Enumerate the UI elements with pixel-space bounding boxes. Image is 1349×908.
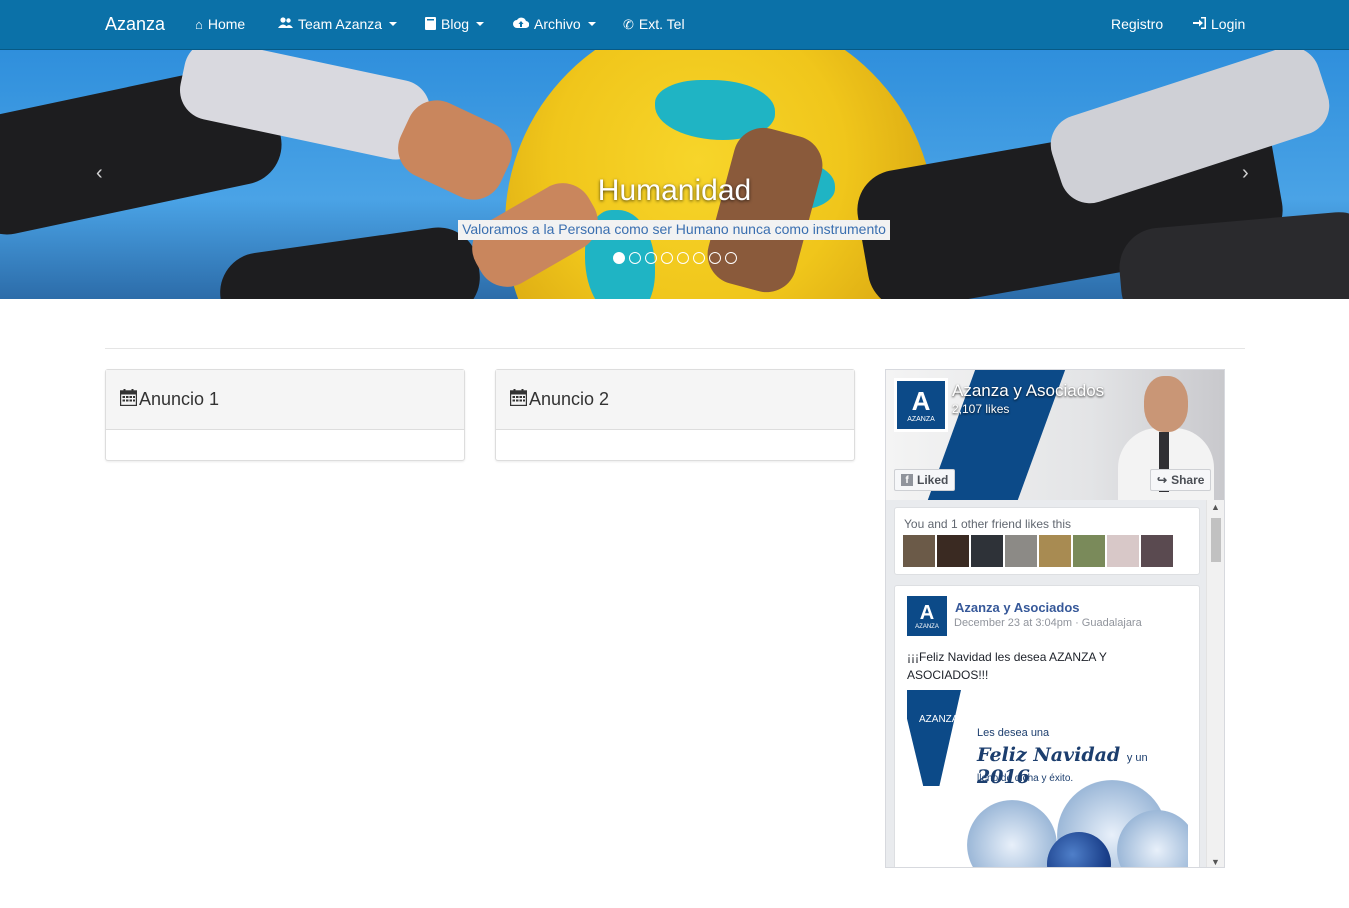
carousel-indicator-5[interactable]: [677, 252, 689, 264]
carousel-title: Humanidad: [597, 174, 752, 207]
carousel-indicator-6[interactable]: [693, 252, 705, 264]
facebook-cover: A AZANZA Azanza y Asociados 2,107 likes f…: [886, 370, 1224, 500]
announcement-panel-1: Anuncio 1: [105, 369, 465, 461]
carousel-subtitle: Valoramos a la Persona como ser Humano n…: [458, 220, 890, 240]
avatar[interactable]: [1005, 535, 1037, 567]
avatar[interactable]: [1141, 535, 1173, 567]
chevron-down-icon: [389, 22, 398, 26]
nav-blog[interactable]: Blog: [425, 16, 485, 32]
avatar[interactable]: [1073, 535, 1105, 567]
post-image[interactable]: AZANZA Les desea una Feliz Navidad y un …: [907, 690, 1188, 867]
share-icon: ↪: [1157, 473, 1168, 487]
home-icon: ⌂: [195, 16, 203, 32]
nav-archivo[interactable]: Archivo: [513, 16, 596, 32]
scrollbar-thumb[interactable]: [1211, 518, 1221, 562]
facebook-feed[interactable]: You and 1 other friend likes this A AZANZ…: [886, 500, 1208, 867]
divider: [105, 348, 1245, 349]
chevron-down-icon: [587, 22, 596, 26]
brand-link[interactable]: Azanza: [105, 14, 165, 35]
post-author-avatar[interactable]: A AZANZA: [907, 596, 947, 636]
chevron-down-icon: [476, 22, 485, 26]
cloud-upload-icon: [513, 17, 530, 31]
scroll-down-icon[interactable]: ▼: [1211, 857, 1220, 867]
announcement-panel-2: Anuncio 2: [495, 369, 855, 461]
post-text: ¡¡¡Feliz Navidad les desea AZANZA Y ASOC…: [907, 650, 1107, 682]
book-icon: [425, 16, 436, 32]
nav-registro[interactable]: Registro: [1111, 16, 1163, 32]
navbar: Azanza ⌂ Home Team Azanza Blog Archivo ✆…: [0, 0, 1349, 50]
post-image-line3: lleno de dicha y éxito.: [977, 773, 1074, 784]
nav-login[interactable]: Login: [1193, 16, 1245, 32]
friend-avatars: [903, 535, 1173, 567]
nav-team-azanza[interactable]: Team Azanza: [278, 16, 398, 32]
nav-archivo-label: Archivo: [534, 16, 581, 32]
friends-card: You and 1 other friend likes this: [894, 507, 1200, 575]
nav-home-label: Home: [207, 16, 246, 32]
facebook-page-widget: A AZANZA Azanza y Asociados 2,107 likes f…: [885, 369, 1225, 868]
share-label: Share: [1171, 473, 1205, 487]
carousel-indicator-4[interactable]: [661, 252, 673, 264]
page-logo[interactable]: A AZANZA: [894, 378, 948, 432]
nav-ext-tel-label: Ext. Tel: [638, 16, 685, 32]
post-card: A AZANZA Azanza y Asociados December 23 a…: [894, 585, 1200, 867]
avatar[interactable]: [903, 535, 935, 567]
carousel-indicator-3[interactable]: [645, 252, 657, 264]
panel-title: Anuncio 2: [529, 389, 610, 409]
panel-heading: Anuncio 2: [496, 370, 854, 430]
page-likes: 2,107 likes: [952, 402, 1010, 416]
post-date[interactable]: December 23 at 3:04pm · Guadalajara: [954, 617, 1142, 629]
carousel-indicator-8[interactable]: [725, 252, 737, 264]
scroll-up-icon[interactable]: ▲: [1211, 502, 1220, 512]
post-image-brand: AZANZA: [919, 714, 959, 725]
phone-icon: ✆: [623, 16, 634, 32]
avatar[interactable]: [971, 535, 1003, 567]
nav-team-label: Team Azanza: [298, 16, 383, 32]
liked-button[interactable]: f Liked: [894, 469, 956, 491]
carousel-indicators: [613, 252, 737, 264]
avatar[interactable]: [937, 535, 969, 567]
avatar[interactable]: [1107, 535, 1139, 567]
users-icon: [278, 17, 293, 31]
nav-ext-tel[interactable]: ✆ Ext. Tel: [623, 16, 685, 32]
carousel-indicator-7[interactable]: [709, 252, 721, 264]
nav-registro-label: Registro: [1111, 16, 1164, 32]
nav-home[interactable]: ⌂ Home: [195, 16, 245, 32]
facebook-icon: f: [901, 474, 913, 486]
liked-label: Liked: [917, 473, 949, 487]
carousel-indicator-2[interactable]: [629, 252, 641, 264]
page-name[interactable]: Azanza y Asociados: [952, 381, 1104, 401]
share-button[interactable]: ↪ Share: [1150, 469, 1212, 491]
login-icon: [1193, 17, 1206, 31]
calendar-icon: [509, 388, 528, 411]
nav-blog-label: Blog: [441, 16, 470, 32]
avatar[interactable]: [1039, 535, 1071, 567]
post-image-line1: Les desea una: [977, 727, 1050, 739]
nav-login-label: Login: [1211, 16, 1246, 32]
feed-scrollbar[interactable]: ▲ ▼: [1206, 500, 1224, 867]
calendar-icon: [119, 388, 138, 411]
friends-text: You and 1 other friend likes this: [904, 517, 1071, 531]
post-author[interactable]: Azanza y Asociados: [955, 600, 1080, 615]
hero-carousel: ‹ › Humanidad Valoramos a la Persona com…: [0, 50, 1349, 299]
panel-heading: Anuncio 1: [106, 370, 464, 430]
panel-title: Anuncio 1: [139, 389, 220, 409]
carousel-indicator-1[interactable]: [613, 252, 625, 264]
